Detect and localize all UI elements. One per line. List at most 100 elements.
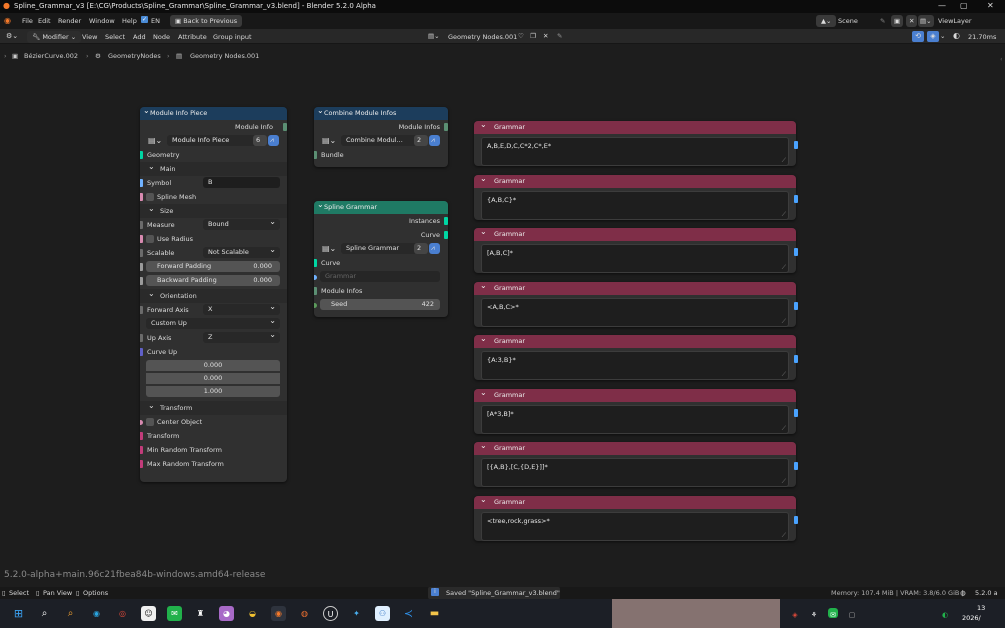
clock-time[interactable]: 13	[977, 604, 985, 612]
steam-icon[interactable]: ♜	[193, 606, 208, 621]
unreal-engine-icon[interactable]: U	[323, 606, 338, 621]
grammar-node[interactable]: Grammar {A:3,B}*	[474, 332, 798, 380]
group-edit-icon[interactable]: ⩘	[429, 243, 440, 254]
menu-window[interactable]: Window	[89, 17, 115, 25]
grammar-node-header[interactable]: Grammar	[474, 118, 796, 134]
node-group-icon[interactable]: ▤⌄	[322, 134, 336, 148]
node-tree-browse-icon[interactable]: ▤⌄	[428, 32, 440, 40]
grammar-node[interactable]: Grammar <A,B,C>*	[474, 279, 798, 327]
app-icon[interactable]: ⚇	[375, 606, 390, 621]
menu-edit[interactable]: Edit	[38, 17, 51, 25]
curve-output-socket[interactable]	[444, 231, 448, 239]
node-group-icon[interactable]: ▤⌄	[322, 242, 336, 256]
backward-padding-field[interactable]: Backward Padding 0.000	[146, 275, 280, 286]
group-edit-icon[interactable]: ⩘	[268, 135, 279, 146]
fake-user-icon[interactable]: ♡	[518, 32, 524, 40]
sidebar-toggle-icon[interactable]: ‹	[1000, 55, 1003, 63]
menu-help[interactable]: Help	[122, 17, 137, 25]
curve-up-z-field[interactable]: 1.000	[146, 386, 280, 397]
center-object-checkbox[interactable]	[146, 418, 154, 426]
grammar-node[interactable]: Grammar <tree,rock,grass>*	[474, 493, 798, 541]
tray-app-icon[interactable]: ▢	[847, 608, 857, 619]
scalable-dropdown[interactable]: Not Scalable	[203, 247, 280, 258]
string-output-socket[interactable]	[794, 516, 798, 524]
string-output-socket[interactable]	[794, 409, 798, 417]
app-icon[interactable]: ✦	[349, 606, 364, 621]
tray-app-icon[interactable]: ◐	[940, 608, 950, 619]
grammar-node-header[interactable]: Grammar	[474, 386, 796, 402]
string-output-socket[interactable]	[794, 462, 798, 470]
qq-icon[interactable]: ☺	[141, 606, 156, 621]
string-output-socket[interactable]	[794, 195, 798, 203]
user-count-field[interactable]: 2	[414, 135, 428, 146]
modifier-context-dropdown[interactable]: 🔧︎ Modifier ⌄	[27, 31, 82, 43]
user-count-field[interactable]: 2	[414, 243, 428, 254]
back-to-previous-button[interactable]: ▣ Back to Previous	[170, 15, 243, 27]
measure-dropdown[interactable]: Bound	[203, 219, 280, 230]
max-random-socket[interactable]	[140, 460, 143, 468]
viewlayer-name[interactable]: ViewLayer	[938, 17, 972, 25]
center-object-socket[interactable]	[140, 420, 143, 425]
seed-socket[interactable]	[314, 303, 317, 308]
minimize-icon[interactable]: —	[938, 1, 946, 10]
combine-module-infos-node[interactable]: Combine Module Infos Module Infos ▤⌄ Com…	[314, 107, 448, 167]
node-group-name[interactable]: Geometry Nodes.001	[448, 33, 517, 41]
header-menu-select[interactable]: Select	[105, 33, 125, 41]
combine-module-infos-header[interactable]: Combine Module Infos	[314, 107, 448, 120]
forward-padding-field[interactable]: Forward Padding 0.000	[146, 261, 280, 272]
output-socket[interactable]	[444, 123, 448, 131]
use-radius-socket[interactable]	[140, 235, 143, 243]
header-menu-attribute[interactable]: Attribute	[178, 33, 207, 41]
header-menu-view[interactable]: View	[82, 33, 97, 41]
group-edit-icon[interactable]: ⩘	[429, 135, 440, 146]
pin-node-tree-icon[interactable]: ✎	[557, 32, 562, 40]
size-panel-header[interactable]: Size	[140, 202, 287, 218]
module-info-piece-header[interactable]: Module Info Piece	[140, 107, 287, 120]
file-explorer-icon[interactable]: ▬	[427, 606, 442, 621]
spline-grammar-header[interactable]: Spline Grammar	[314, 201, 448, 214]
symbol-field[interactable]: B	[203, 177, 280, 188]
scene-name[interactable]: Scene	[838, 17, 858, 25]
seed-field[interactable]: Seed 422	[320, 299, 440, 310]
forward-padding-socket[interactable]	[140, 263, 143, 271]
output-socket[interactable]	[283, 123, 287, 131]
breadcrumb-node-group[interactable]: Geometry Nodes.001	[190, 52, 259, 60]
grammar-input-field[interactable]: Grammar	[320, 271, 440, 282]
menu-render[interactable]: Render	[58, 17, 81, 25]
unlink-icon[interactable]: ✕	[543, 32, 548, 40]
saved-report[interactable]: i Saved "Spline_Grammar_v3.blend"	[428, 587, 560, 599]
tray-wechat-icon[interactable]: ✉	[828, 608, 838, 619]
user-count-field[interactable]: 6	[253, 135, 267, 146]
string-output-socket[interactable]	[794, 355, 798, 363]
spline-mesh-socket[interactable]	[140, 193, 143, 201]
module-info-piece-node[interactable]: Module Info Piece Module Info ▤⌄ Module …	[140, 107, 287, 482]
string-output-socket[interactable]	[794, 302, 798, 310]
search-icon[interactable]: ⌕	[37, 606, 52, 621]
viewlayer-selector-icon[interactable]: ▤⌄	[918, 15, 934, 27]
grammar-node-header[interactable]: Grammar	[474, 439, 796, 455]
grammar-node-header[interactable]: Grammar	[474, 493, 796, 509]
main-panel-header[interactable]: Main	[140, 160, 287, 176]
breadcrumb-object[interactable]: BézierCurve.002	[24, 52, 78, 60]
menu-file[interactable]: File	[22, 17, 33, 25]
curve-up-y-field[interactable]: 0.000	[146, 373, 280, 384]
grammar-socket[interactable]	[314, 275, 317, 280]
snapping-toggle-icon[interactable]: ◈	[927, 31, 939, 42]
grammar-node[interactable]: Grammar A,B,E,D,C,C*2,C*,E*	[474, 118, 798, 166]
grammar-node-header[interactable]: Grammar	[474, 279, 796, 295]
use-radius-checkbox[interactable]	[146, 235, 154, 243]
grammar-text-field[interactable]: [A,B,C]*	[481, 244, 789, 273]
transform-socket[interactable]	[140, 432, 143, 440]
grammar-node-header[interactable]: Grammar	[474, 172, 796, 188]
header-menu-add[interactable]: Add	[133, 33, 146, 41]
header-menu-group-input[interactable]: Group input	[213, 33, 252, 41]
node-group-icon[interactable]: ▤⌄	[148, 134, 162, 148]
blender-taskbar-icon[interactable]: ◉	[271, 606, 286, 621]
transform-panel-header[interactable]: Transform	[140, 399, 287, 415]
curve-up-x-field[interactable]: 0.000	[146, 360, 280, 371]
grammar-text-field[interactable]: [{A,B},[C,{D,E}]]*	[481, 458, 789, 487]
grammar-node[interactable]: Grammar [A*3,B]*	[474, 386, 798, 434]
pin-icon[interactable]: ✎	[880, 17, 885, 25]
everything-search-icon[interactable]: ⌕	[63, 606, 78, 621]
windows-start-icon[interactable]: ⊞	[11, 606, 26, 621]
